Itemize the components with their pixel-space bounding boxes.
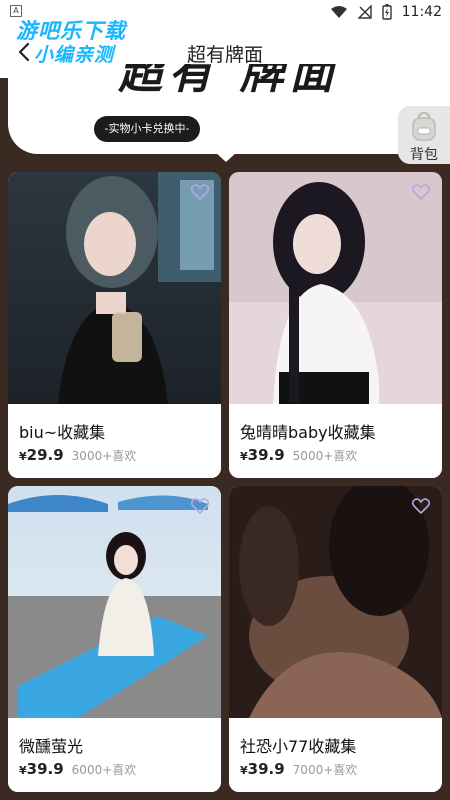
card-info: 兔晴晴baby收藏集 ¥ 39.9 5000+喜欢 bbox=[229, 404, 442, 478]
card-likes: 5000+喜欢 bbox=[292, 449, 358, 463]
currency-symbol: ¥ bbox=[19, 450, 27, 463]
card-title: 社恐小77收藏集 bbox=[240, 737, 357, 756]
card-price: 39.9 bbox=[247, 760, 285, 778]
card-image bbox=[229, 486, 442, 718]
card-price-row: ¥ 39.9 7000+喜欢 bbox=[240, 760, 357, 778]
card-title: biu~收藏集 bbox=[19, 423, 106, 442]
battery-icon bbox=[381, 4, 392, 20]
card-info: 社恐小77收藏集 ¥ 39.9 7000+喜欢 bbox=[229, 718, 442, 792]
backpack-label: 背包 bbox=[410, 147, 438, 163]
card-price-row: ¥ 29.9 3000+喜欢 bbox=[19, 446, 136, 464]
card-price: 29.9 bbox=[26, 446, 64, 464]
card-likes: 3000+喜欢 bbox=[71, 449, 137, 463]
card-image bbox=[8, 172, 221, 404]
card-price-row: ¥ 39.9 5000+喜欢 bbox=[240, 446, 357, 464]
promo-banner[interactable]: 超有 牌面 -实物小卡兑换中- bbox=[8, 64, 450, 154]
card-price-row: ¥ 39.9 6000+喜欢 bbox=[19, 760, 136, 778]
status-icons: 11:42 bbox=[330, 4, 442, 20]
card-title: 兔晴晴baby收藏集 bbox=[240, 423, 376, 442]
status-time: 11:42 bbox=[401, 4, 442, 20]
wifi-icon bbox=[330, 6, 347, 18]
backpack-button[interactable]: 背包 bbox=[398, 106, 450, 164]
watermark-line2: 小编亲测 bbox=[34, 44, 115, 66]
signal-icon bbox=[357, 5, 372, 19]
watermark: 游吧乐下载 小编亲测 bbox=[10, 12, 150, 70]
card-info: biu~收藏集 ¥ 29.9 3000+喜欢 bbox=[8, 404, 221, 478]
card-title: 微醺萤光 bbox=[19, 737, 84, 756]
card-image bbox=[8, 486, 221, 718]
card-price: 39.9 bbox=[26, 760, 64, 778]
backpack-icon bbox=[412, 112, 436, 141]
card-info: 微醺萤光 ¥ 39.9 6000+喜欢 bbox=[8, 718, 221, 792]
heart-icon[interactable] bbox=[412, 498, 430, 514]
collection-card[interactable]: biu~收藏集 ¥ 29.9 3000+喜欢 bbox=[8, 172, 221, 478]
collection-card[interactable]: 微醺萤光 ¥ 39.9 6000+喜欢 bbox=[8, 486, 221, 792]
heart-icon[interactable] bbox=[412, 184, 430, 200]
banner-pointer bbox=[215, 152, 237, 162]
collection-card[interactable]: 兔晴晴baby收藏集 ¥ 39.9 5000+喜欢 bbox=[229, 172, 442, 478]
currency-symbol: ¥ bbox=[240, 450, 248, 463]
heart-icon[interactable] bbox=[191, 184, 209, 200]
card-likes: 7000+喜欢 bbox=[292, 763, 358, 777]
card-likes: 6000+喜欢 bbox=[71, 763, 137, 777]
banner-pill[interactable]: -实物小卡兑换中- bbox=[94, 116, 200, 142]
heart-icon[interactable] bbox=[191, 498, 209, 514]
currency-symbol: ¥ bbox=[19, 764, 27, 777]
collection-card[interactable]: 社恐小77收藏集 ¥ 39.9 7000+喜欢 bbox=[229, 486, 442, 792]
card-price: 39.9 bbox=[247, 446, 285, 464]
currency-symbol: ¥ bbox=[240, 764, 248, 777]
card-image bbox=[229, 172, 442, 404]
